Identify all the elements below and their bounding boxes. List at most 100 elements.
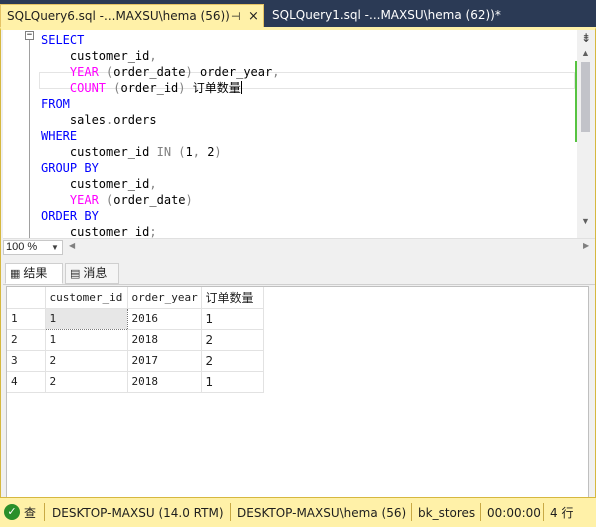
grid-cell[interactable]: 2018 — [127, 371, 202, 393]
status-divider — [44, 503, 45, 521]
code-line[interactable]: SELECT — [41, 32, 84, 48]
code-token: ( — [98, 193, 114, 207]
grid-cell[interactable]: 1 — [44, 307, 128, 330]
tab-sqlquery1[interactable]: SQLQuery1.sql -...MAXSU\hema (62))* — [266, 4, 506, 27]
code-line[interactable]: YEAR (order_date) order_year, — [41, 64, 280, 80]
code-line[interactable]: WHERE — [41, 128, 77, 144]
grid-cell[interactable]: 1 — [201, 308, 264, 330]
code-line[interactable]: YEAR (order_date) — [41, 192, 193, 208]
grid-cell[interactable]: 2016 — [127, 308, 202, 330]
grid-cell[interactable]: 2 — [45, 371, 128, 393]
message-icon: ▤ — [70, 267, 81, 280]
code-token: YEAR — [69, 193, 99, 207]
code-token: ORDER BY — [41, 209, 99, 223]
status-divider — [411, 503, 412, 521]
column-header[interactable]: customer_id — [45, 287, 128, 309]
document-tab-strip: SQLQuery6.sql -...MAXSU\hema (56)) ⊣ × S… — [0, 0, 596, 27]
tab-results-label: 结果 — [23, 266, 48, 280]
code-line[interactable]: customer_id IN (1, 2) — [41, 144, 222, 160]
split-icon[interactable]: ⇟ — [580, 31, 592, 45]
row-number[interactable]: 4 — [7, 371, 46, 393]
code-line[interactable]: GROUP BY — [41, 160, 99, 176]
grid-cell[interactable]: 2017 — [127, 350, 202, 372]
code-token: customer_id — [41, 49, 150, 63]
collapse-icon[interactable]: − — [25, 31, 34, 40]
scroll-right-icon[interactable]: ▶ — [583, 241, 589, 250]
code-token: FROM — [41, 97, 70, 111]
scroll-down-icon[interactable]: ▼ — [581, 216, 590, 226]
table-row[interactable]: 4 2 2018 1 — [7, 371, 264, 393]
pin-icon[interactable]: ⊣ — [231, 5, 241, 28]
column-header[interactable]: order_year — [127, 287, 202, 309]
code-token: , — [149, 177, 157, 191]
code-line[interactable]: FROM — [41, 96, 70, 112]
results-grid-area[interactable]: customer_id order_year 订单数量 1 1 2016 1 2… — [6, 286, 589, 498]
tab-results[interactable]: ▦ 结果 — [5, 263, 63, 284]
query-window: − SELECT customer_id, YEAR (order_date) … — [0, 27, 596, 527]
grid-icon: ▦ — [10, 267, 21, 280]
row-number[interactable]: 3 — [7, 350, 46, 372]
close-icon[interactable]: × — [248, 5, 259, 28]
grid-cell[interactable]: 1 — [45, 329, 128, 351]
grid-cell[interactable]: 2 — [45, 350, 128, 372]
code-token: YEAR — [69, 65, 99, 79]
code-token: ) — [214, 145, 222, 159]
zoom-value: 100 % — [6, 241, 38, 253]
code-token: ) — [178, 81, 186, 95]
grid-cell[interactable]: 2 — [201, 329, 264, 351]
code-token: order_id — [120, 81, 179, 95]
vertical-scrollbar[interactable]: ⇟ ▲ ▼ — [577, 30, 595, 238]
scroll-thumb[interactable] — [581, 62, 590, 132]
editor-gutter — [3, 30, 21, 238]
code-token: SELECT — [41, 33, 85, 47]
tab-title: SQLQuery6.sql -...MAXSU\hema (56)) — [7, 9, 230, 23]
zoom-dropdown[interactable]: 100 % ▼ — [3, 240, 63, 255]
code-line[interactable]: COUNT (order_id) 订单数量 — [41, 80, 242, 96]
grid-cell[interactable]: 1 — [201, 371, 264, 393]
results-grid[interactable]: customer_id order_year 订单数量 1 1 2016 1 2… — [7, 287, 264, 393]
sql-editor[interactable]: − SELECT customer_id, YEAR (order_date) … — [3, 30, 577, 238]
status-rows: 4 行 — [550, 506, 574, 520]
tab-messages-label: 消息 — [83, 266, 108, 280]
status-server: DESKTOP-MAXSU (14.0 RTM) — [52, 506, 224, 520]
code-token: order_date — [113, 193, 186, 207]
table-row[interactable]: 1 1 2016 1 — [7, 307, 264, 330]
code-line[interactable]: customer_id, — [41, 176, 157, 192]
code-token: ( — [98, 65, 114, 79]
code-line[interactable]: sales.orders — [41, 112, 157, 128]
code-line[interactable]: customer_id, — [41, 48, 157, 64]
code-token: ) — [185, 65, 193, 79]
tab-messages[interactable]: ▤ 消息 — [65, 263, 119, 284]
row-number[interactable]: 2 — [7, 329, 46, 351]
grid-cell[interactable]: 2018 — [127, 329, 202, 351]
code-token: ( — [171, 145, 186, 159]
status-divider — [230, 503, 231, 521]
code-token: , — [192, 145, 208, 159]
row-number[interactable]: 1 — [7, 308, 46, 330]
status-database: bk_stores — [418, 506, 476, 520]
results-tab-strip: ▦ 结果 ▤ 消息 — [3, 261, 595, 285]
table-row[interactable]: 3 2 2017 2 — [7, 350, 264, 372]
status-state: 查 — [24, 506, 37, 520]
column-header[interactable]: 订单数量 — [201, 287, 264, 309]
table-row[interactable]: 2 1 2018 2 — [7, 329, 264, 351]
code-token: customer_id — [41, 145, 157, 159]
code-line[interactable]: ORDER BY — [41, 208, 99, 224]
code-token: customer_id — [41, 225, 150, 238]
code-token: , — [272, 65, 280, 79]
code-line[interactable]: customer_id; — [41, 224, 157, 238]
code-token: GROUP BY — [41, 161, 99, 175]
scroll-left-icon[interactable]: ◀ — [69, 241, 75, 250]
code-token: COUNT — [69, 81, 107, 95]
code-token: ( — [106, 81, 121, 95]
code-token: sales — [41, 113, 107, 127]
scroll-up-icon[interactable]: ▲ — [581, 48, 590, 58]
grid-cell[interactable]: 2 — [201, 350, 264, 372]
query-success-icon: ✓ — [4, 504, 20, 520]
code-token: WHERE — [41, 129, 78, 143]
grid-corner[interactable] — [7, 287, 46, 309]
tab-sqlquery6[interactable]: SQLQuery6.sql -...MAXSU\hema (56)) ⊣ × — [0, 4, 264, 27]
